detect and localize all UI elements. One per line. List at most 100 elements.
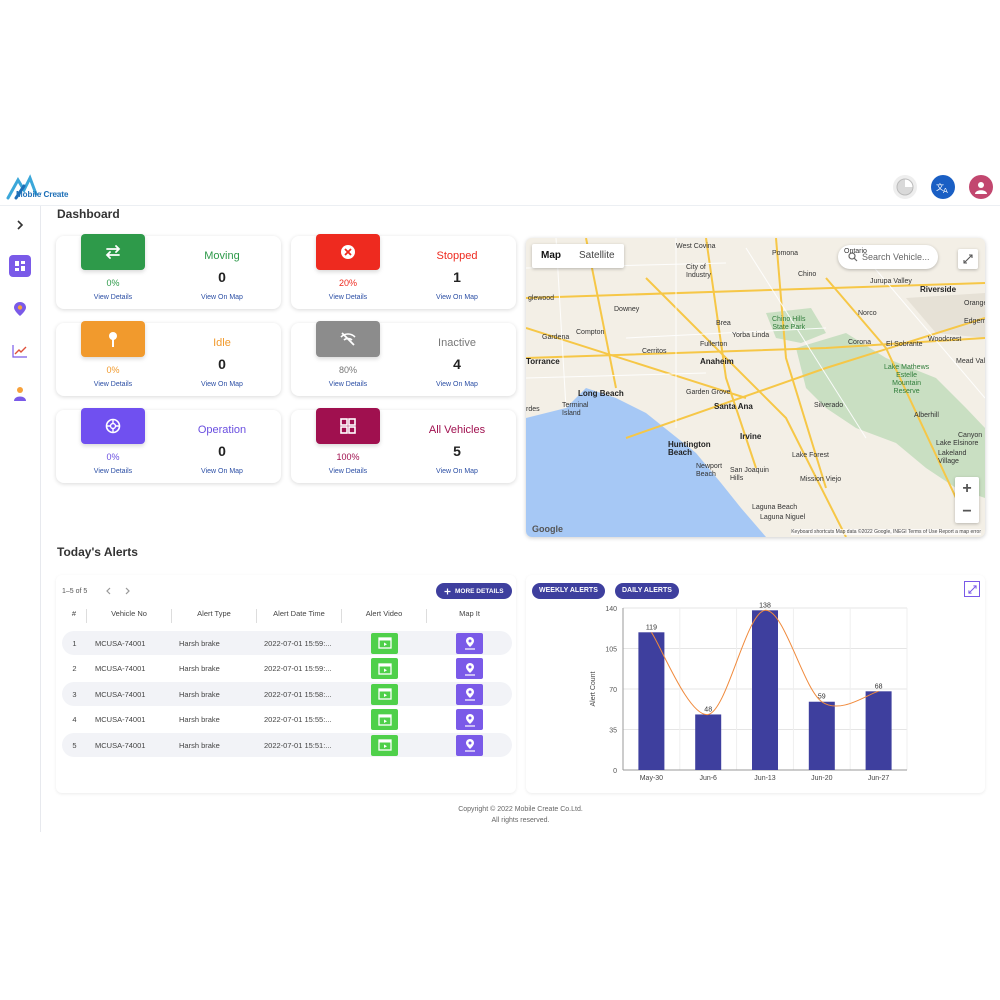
- theme-toggle-button[interactable]: [893, 175, 917, 199]
- map-it-button[interactable]: [456, 658, 483, 680]
- map-it-button[interactable]: [456, 734, 483, 756]
- video-icon: [377, 688, 392, 700]
- map-attribution[interactable]: Keyboard shortcuts Map data ©2022 Google…: [791, 529, 981, 535]
- view-details-link[interactable]: View Details: [81, 294, 145, 301]
- alert-video-button[interactable]: [371, 658, 398, 680]
- alert-video-button[interactable]: [371, 683, 398, 705]
- table-row[interactable]: 4 MCUSA-74001 Harsh brake 2022-07-01 15:…: [62, 708, 512, 732]
- translate-button[interactable]: 文 A: [931, 175, 955, 199]
- bar-data-label: 119: [646, 624, 657, 631]
- map-it-button[interactable]: [456, 709, 483, 731]
- view-details-link[interactable]: View Details: [316, 381, 380, 388]
- sidebar-item-reports[interactable]: [9, 340, 31, 362]
- y-tick-label: 35: [609, 728, 617, 735]
- view-details-link[interactable]: View Details: [316, 468, 380, 475]
- stop-icon: [341, 245, 355, 259]
- map-place-san-joaquin: San Joaquin Hills: [730, 467, 769, 482]
- alert-video-button[interactable]: [371, 632, 398, 654]
- sidebar-item-dashboard[interactable]: [9, 255, 31, 277]
- map-place-albehill: Alberhill: [914, 412, 939, 419]
- map-type-map-button[interactable]: Map: [532, 244, 570, 268]
- map-type-satellite-button[interactable]: Satellite: [570, 244, 624, 268]
- alerts-table-panel: 1–5 of 5 MORE DETAILS # Vehicle No Alert…: [56, 575, 516, 793]
- table-row[interactable]: 5 MCUSA-74001 Harsh brake 2022-07-01 15:…: [62, 733, 512, 758]
- app-root: Mobile Create 文 A Dashboard 0% View Deta…: [0, 0, 1000, 1000]
- row-map-cell: [427, 709, 512, 731]
- y-tick-label: 140: [605, 606, 617, 613]
- map-it-button[interactable]: [456, 632, 483, 654]
- video-icon: [377, 739, 392, 752]
- map-fullscreen-button[interactable]: [958, 249, 978, 269]
- view-details-link[interactable]: View Details: [316, 294, 380, 301]
- sidebar-item-location[interactable]: [9, 298, 31, 320]
- chevron-left-icon[interactable]: [105, 587, 113, 595]
- map-place-long-beach: Long Beach: [578, 389, 624, 398]
- location-icon: [14, 302, 26, 316]
- alerts-title: Today's Alerts: [57, 545, 138, 559]
- row-video-cell: [342, 734, 427, 756]
- row-alert-time: 2022-07-01 15:58:...: [264, 689, 332, 699]
- status-label: Moving: [204, 250, 240, 262]
- grid-icon: [340, 418, 356, 434]
- chart-bar[interactable]: [752, 610, 778, 770]
- trend-icon: [12, 345, 27, 358]
- status-card-moving: 0% View Details Moving 0 View On Map: [56, 234, 281, 309]
- view-details-link[interactable]: View Details: [81, 381, 145, 388]
- chart-bar[interactable]: [865, 691, 892, 770]
- status-card-inactive: 80% View Details Inactive 4 View On Map: [291, 321, 516, 396]
- row-index: 1: [72, 638, 77, 648]
- sidebar-item-users[interactable]: [9, 383, 31, 405]
- table-row[interactable]: 1 MCUSA-74001 Harsh brake 2022-07-01 15:…: [62, 631, 512, 655]
- chart-bar[interactable]: [808, 701, 835, 770]
- page-title: Dashboard: [57, 207, 120, 221]
- table-pager: 1–5 of 5: [62, 587, 131, 595]
- y-axis-label: Alert Count: [590, 671, 597, 706]
- pager-range: 1–5 of 5: [62, 587, 88, 595]
- status-icon-box: [81, 408, 145, 444]
- map-place-lake-mathews: Lake Mathews Estelle Mountain Reserve: [884, 364, 930, 395]
- account-button[interactable]: [969, 175, 993, 199]
- chart-bar[interactable]: [695, 714, 722, 770]
- alert-video-button[interactable]: [371, 709, 398, 731]
- view-on-map-link[interactable]: View On Map: [176, 381, 268, 388]
- y-tick-label: 70: [609, 687, 617, 694]
- view-details-link[interactable]: View Details: [81, 468, 145, 475]
- view-on-map-link[interactable]: View On Map: [411, 294, 503, 301]
- dashboard-icon: [15, 261, 25, 271]
- view-on-map-link[interactable]: View On Map: [411, 381, 503, 388]
- map-it-button[interactable]: [456, 683, 483, 705]
- table-row[interactable]: 2 MCUSA-74001 Harsh brake 2022-07-01 15:…: [62, 657, 512, 681]
- zoom-in-button[interactable]: +: [962, 477, 971, 500]
- view-on-map-link[interactable]: View On Map: [176, 294, 268, 301]
- row-vehicle: MCUSA-74001: [95, 689, 146, 699]
- view-on-map-link[interactable]: View On Map: [411, 468, 503, 475]
- view-on-map-link[interactable]: View On Map: [176, 468, 268, 475]
- map-pin-icon: [464, 688, 475, 701]
- zoom-out-button[interactable]: −: [962, 500, 971, 523]
- chart-bar[interactable]: [638, 632, 665, 770]
- table-row[interactable]: 3 MCUSA-74001 Harsh brake 2022-07-01 15:…: [62, 682, 512, 707]
- map-type-toggle: Map Satellite: [532, 244, 624, 268]
- translate-icon: 文 A: [936, 182, 948, 194]
- map-place-chino: Chino: [798, 271, 817, 278]
- status-count: 0: [218, 356, 226, 372]
- no-signal-icon: [340, 332, 356, 346]
- account-icon: [975, 182, 987, 194]
- status-card-all-vehicles: 100% View Details All Vehicles 5 View On…: [291, 408, 516, 483]
- alert-video-button[interactable]: [371, 734, 398, 756]
- map-place-west-covina: West Covina: [676, 243, 716, 250]
- map-place-yorba-linda: Yorba Linda: [732, 332, 770, 339]
- chevron-right-icon[interactable]: [123, 587, 131, 595]
- more-details-button[interactable]: MORE DETAILS: [436, 583, 512, 599]
- sidebar-expand-button[interactable]: [9, 214, 31, 236]
- map-place-lake-elsinore: Lake Elsinore: [936, 440, 979, 447]
- status-icon-box: [316, 321, 380, 357]
- google-logo: Google: [532, 524, 563, 534]
- status-icon-box: [81, 234, 145, 270]
- x-tick-label: Jun-27: [868, 775, 890, 782]
- map-place-mead-valley: Mead Val: [956, 358, 985, 365]
- sidebar: [0, 206, 41, 832]
- vehicle-map[interactable]: Map Satellite Search Vehicle... + − West…: [526, 238, 985, 537]
- row-alert-time: 2022-07-01 15:55:...: [264, 715, 332, 725]
- row-alert-time: 2022-07-01 15:59:...: [264, 638, 332, 648]
